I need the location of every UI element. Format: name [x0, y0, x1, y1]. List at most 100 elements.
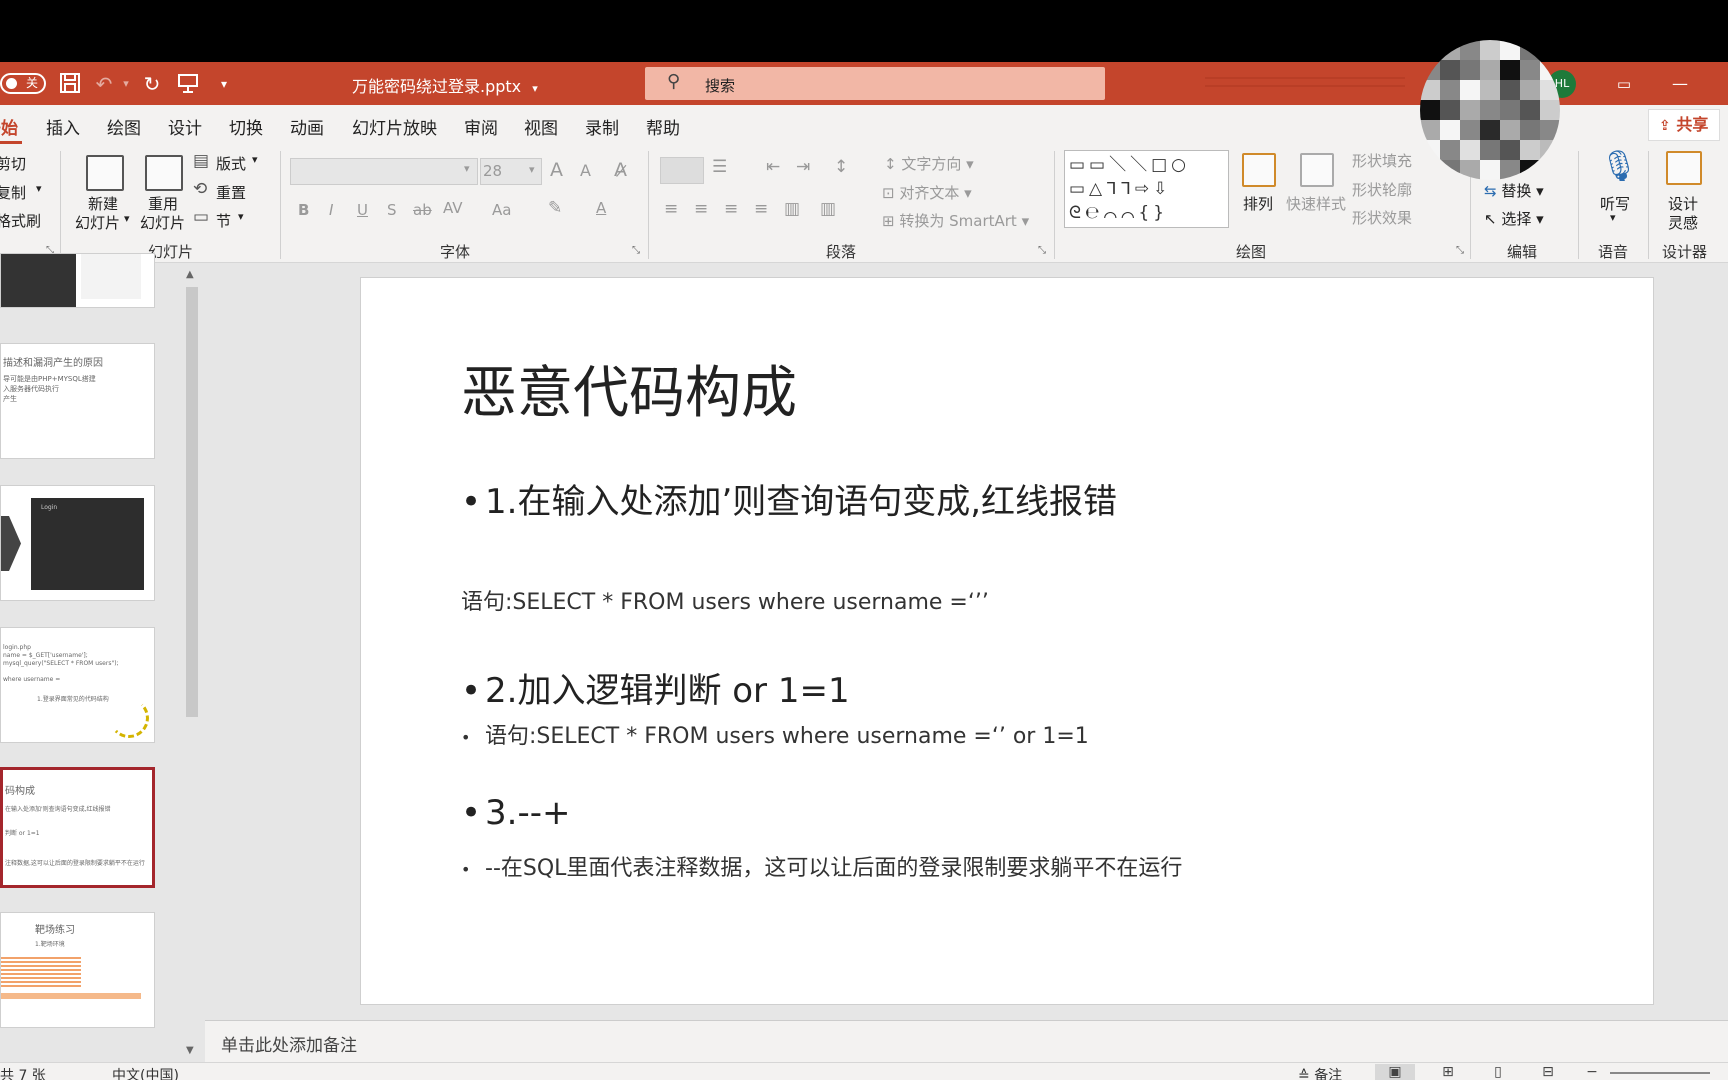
clear-formatting-icon[interactable]: A̷ [614, 159, 627, 181]
shape-outline-button[interactable]: 形状轮廓 [1352, 179, 1412, 200]
section-dropdown-icon[interactable]: ▾ [238, 210, 244, 223]
tab-record[interactable]: 录制 [585, 114, 619, 139]
tab-draw[interactable]: 绘图 [107, 114, 141, 139]
font-color-icon[interactable]: A [596, 199, 606, 217]
align-text-button[interactable]: ⊡ 对齐文本 ▾ [882, 182, 972, 203]
slide-bullet-2[interactable]: • 2.加入逻辑判断 or 1=1 [461, 663, 850, 712]
drawing-launcher-icon[interactable]: ⤡ [1456, 245, 1464, 256]
dictate-dropdown-icon[interactable]: ▾ [1610, 211, 1616, 224]
slide-bullet-1[interactable]: • 1.在输入处添加’则查询语句变成,红线报错 [461, 474, 1117, 523]
notes-button[interactable]: ≙ 备注 [1298, 1065, 1342, 1080]
microphone-icon[interactable]: 🎙 [1600, 149, 1638, 184]
slide-sub-bullet-2[interactable]: • 语句:SELECT * FROM users where username =… [461, 718, 1089, 750]
reuse-slides-label-1[interactable]: 重用 [148, 193, 178, 214]
section-button[interactable]: 节 [216, 210, 231, 231]
tab-view[interactable]: 视图 [524, 114, 558, 139]
design-ideas-label-1[interactable]: 设计 [1668, 193, 1698, 214]
slide-thumbnail[interactable]: login.php name = $_GET['username']; mysq… [0, 627, 155, 743]
shadow-button[interactable]: S [387, 201, 397, 219]
slide-sorter-icon[interactable]: ⊞ [1428, 1064, 1468, 1080]
align-right-icon[interactable]: ≡ [724, 199, 738, 219]
strikethrough-button[interactable]: ab [413, 201, 432, 219]
line-spacing-icon[interactable]: ↕ [834, 157, 848, 177]
slide-title[interactable]: 恶意代码构成 [461, 348, 797, 429]
autosave-toggle[interactable]: 关 [0, 73, 46, 94]
layout-dropdown-icon[interactable]: ▾ [252, 153, 258, 166]
design-ideas-label-2[interactable]: 灵感 [1668, 212, 1698, 233]
bold-button[interactable]: B [298, 201, 309, 219]
shapes-gallery[interactable]: ▭▭＼＼□○ ▭△ᒣᒣ⇨⇩ ᘓ℮⌒⌒{} [1064, 150, 1229, 228]
ribbon-display-options-icon[interactable]: ▭ [1612, 72, 1636, 96]
redo-icon[interactable]: ↻ [140, 72, 164, 96]
cut-button[interactable]: 剪切 [0, 153, 26, 174]
align-left-icon[interactable]: ≡ [664, 199, 678, 219]
select-button[interactable]: ↖ 选择 ▾ [1484, 208, 1544, 229]
copy-button[interactable]: 复制 [0, 182, 26, 203]
present-from-start-icon[interactable] [176, 72, 200, 96]
copy-dropdown-icon[interactable]: ▾ [36, 182, 42, 195]
font-launcher-icon[interactable]: ⤡ [632, 245, 640, 256]
decrease-indent-icon[interactable]: ⇤ [766, 157, 780, 177]
undo-dropdown-icon[interactable]: ▾ [114, 72, 138, 96]
layout-button[interactable]: 版式 [216, 153, 246, 174]
reuse-slides-label-2[interactable]: 幻灯片 [140, 212, 185, 233]
customize-quick-access-icon[interactable]: ▾ [212, 72, 236, 96]
slide-bullet-3[interactable]: • 3.--+ [461, 793, 570, 833]
normal-view-icon[interactable]: ▣ [1375, 1064, 1415, 1080]
tab-help[interactable]: 帮助 [646, 114, 680, 139]
search-box[interactable]: ⚲ 搜索 [645, 67, 1105, 100]
numbering-icon[interactable]: ☰ [712, 157, 727, 177]
zoom-slider[interactable] [1610, 1072, 1710, 1074]
design-ideas-icon[interactable] [1666, 151, 1702, 185]
notes-pane[interactable]: 单击此处添加备注 [205, 1020, 1728, 1062]
reset-button[interactable]: 重置 [216, 182, 246, 203]
format-painter-button[interactable]: 格式刷 [0, 210, 41, 231]
paragraph-launcher-icon[interactable]: ⤡ [1038, 245, 1046, 256]
font-size-combo[interactable]: 28 ▾ [480, 158, 542, 185]
tab-design[interactable]: 设计 [168, 114, 202, 139]
font-name-combo[interactable] [290, 158, 478, 185]
character-spacing-button[interactable]: AV [443, 199, 463, 217]
reuse-slides-icon[interactable] [145, 155, 183, 191]
slide-canvas[interactable]: 恶意代码构成 • 1.在输入处添加’则查询语句变成,红线报错 语句:SELECT … [360, 277, 1654, 1005]
arrange-button[interactable]: 排列 [1243, 193, 1273, 214]
new-slide-icon[interactable] [86, 155, 124, 191]
tab-transitions[interactable]: 切换 [229, 114, 263, 139]
scroll-down-icon[interactable]: ▼ [186, 1045, 194, 1056]
document-title[interactable]: 万能密码绕过登录.pptx ▾ [352, 73, 538, 97]
zoom-out-icon[interactable]: − [1572, 1064, 1612, 1080]
share-button[interactable]: ⇪ 共享 [1648, 109, 1720, 141]
replace-button[interactable]: ⇆ 替换 ▾ [1484, 180, 1544, 201]
tab-slideshow[interactable]: 幻灯片放映 [352, 114, 437, 139]
thumbnail-scrollbar[interactable]: ▲ ▼ [183, 267, 201, 1062]
shape-effects-button[interactable]: 形状效果 [1352, 207, 1412, 228]
font-name-dropdown-icon[interactable]: ▾ [464, 162, 470, 175]
highlight-icon[interactable]: ✎ [548, 198, 562, 218]
slideshow-view-icon[interactable]: ⊟ [1528, 1064, 1568, 1080]
italic-button[interactable]: I [329, 201, 333, 219]
slide-thumbnail[interactable]: 描述和漏洞产生的原因 导可能是由PHP+MYSQL搭建 入服务器代码执行 产生 [0, 343, 155, 459]
slide-thumbnail[interactable]: Login [0, 485, 155, 601]
slide-thumbnail[interactable]: 靶场练习 1.靶场环境 [0, 912, 155, 1028]
quick-styles-icon[interactable] [1300, 153, 1334, 187]
undo-icon[interactable]: ↶ [92, 72, 116, 96]
quick-styles-button[interactable]: 快速样式 [1286, 193, 1346, 214]
scroll-up-icon[interactable]: ▲ [186, 269, 194, 280]
grow-font-icon[interactable]: A [550, 159, 563, 181]
convert-smartart-button[interactable]: ⊞ 转换为 SmartArt ▾ [882, 210, 1029, 231]
tab-review[interactable]: 审阅 [464, 114, 498, 139]
save-icon[interactable] [58, 72, 82, 96]
bullets-button[interactable] [660, 157, 704, 184]
reading-view-icon[interactable]: ▯ [1478, 1064, 1518, 1080]
columns-icon[interactable]: ▥ [820, 199, 836, 219]
shrink-font-icon[interactable]: A [580, 161, 591, 180]
new-slide-dropdown-icon[interactable]: ▾ [124, 212, 130, 225]
tab-insert[interactable]: 插入 [46, 114, 80, 139]
scrollbar-thumb[interactable] [186, 287, 198, 717]
slide-thumbnail[interactable] [0, 253, 155, 308]
underline-button[interactable]: U [357, 201, 368, 219]
justify-icon[interactable]: ≡ [754, 199, 768, 219]
slide-sub-bullet-3[interactable]: • --在SQL里面代表注释数据，这可以让后面的登录限制要求躺平不在运行 [461, 850, 1182, 882]
tab-home[interactable]: 开始 [0, 114, 18, 139]
arrange-icon[interactable] [1242, 153, 1276, 187]
